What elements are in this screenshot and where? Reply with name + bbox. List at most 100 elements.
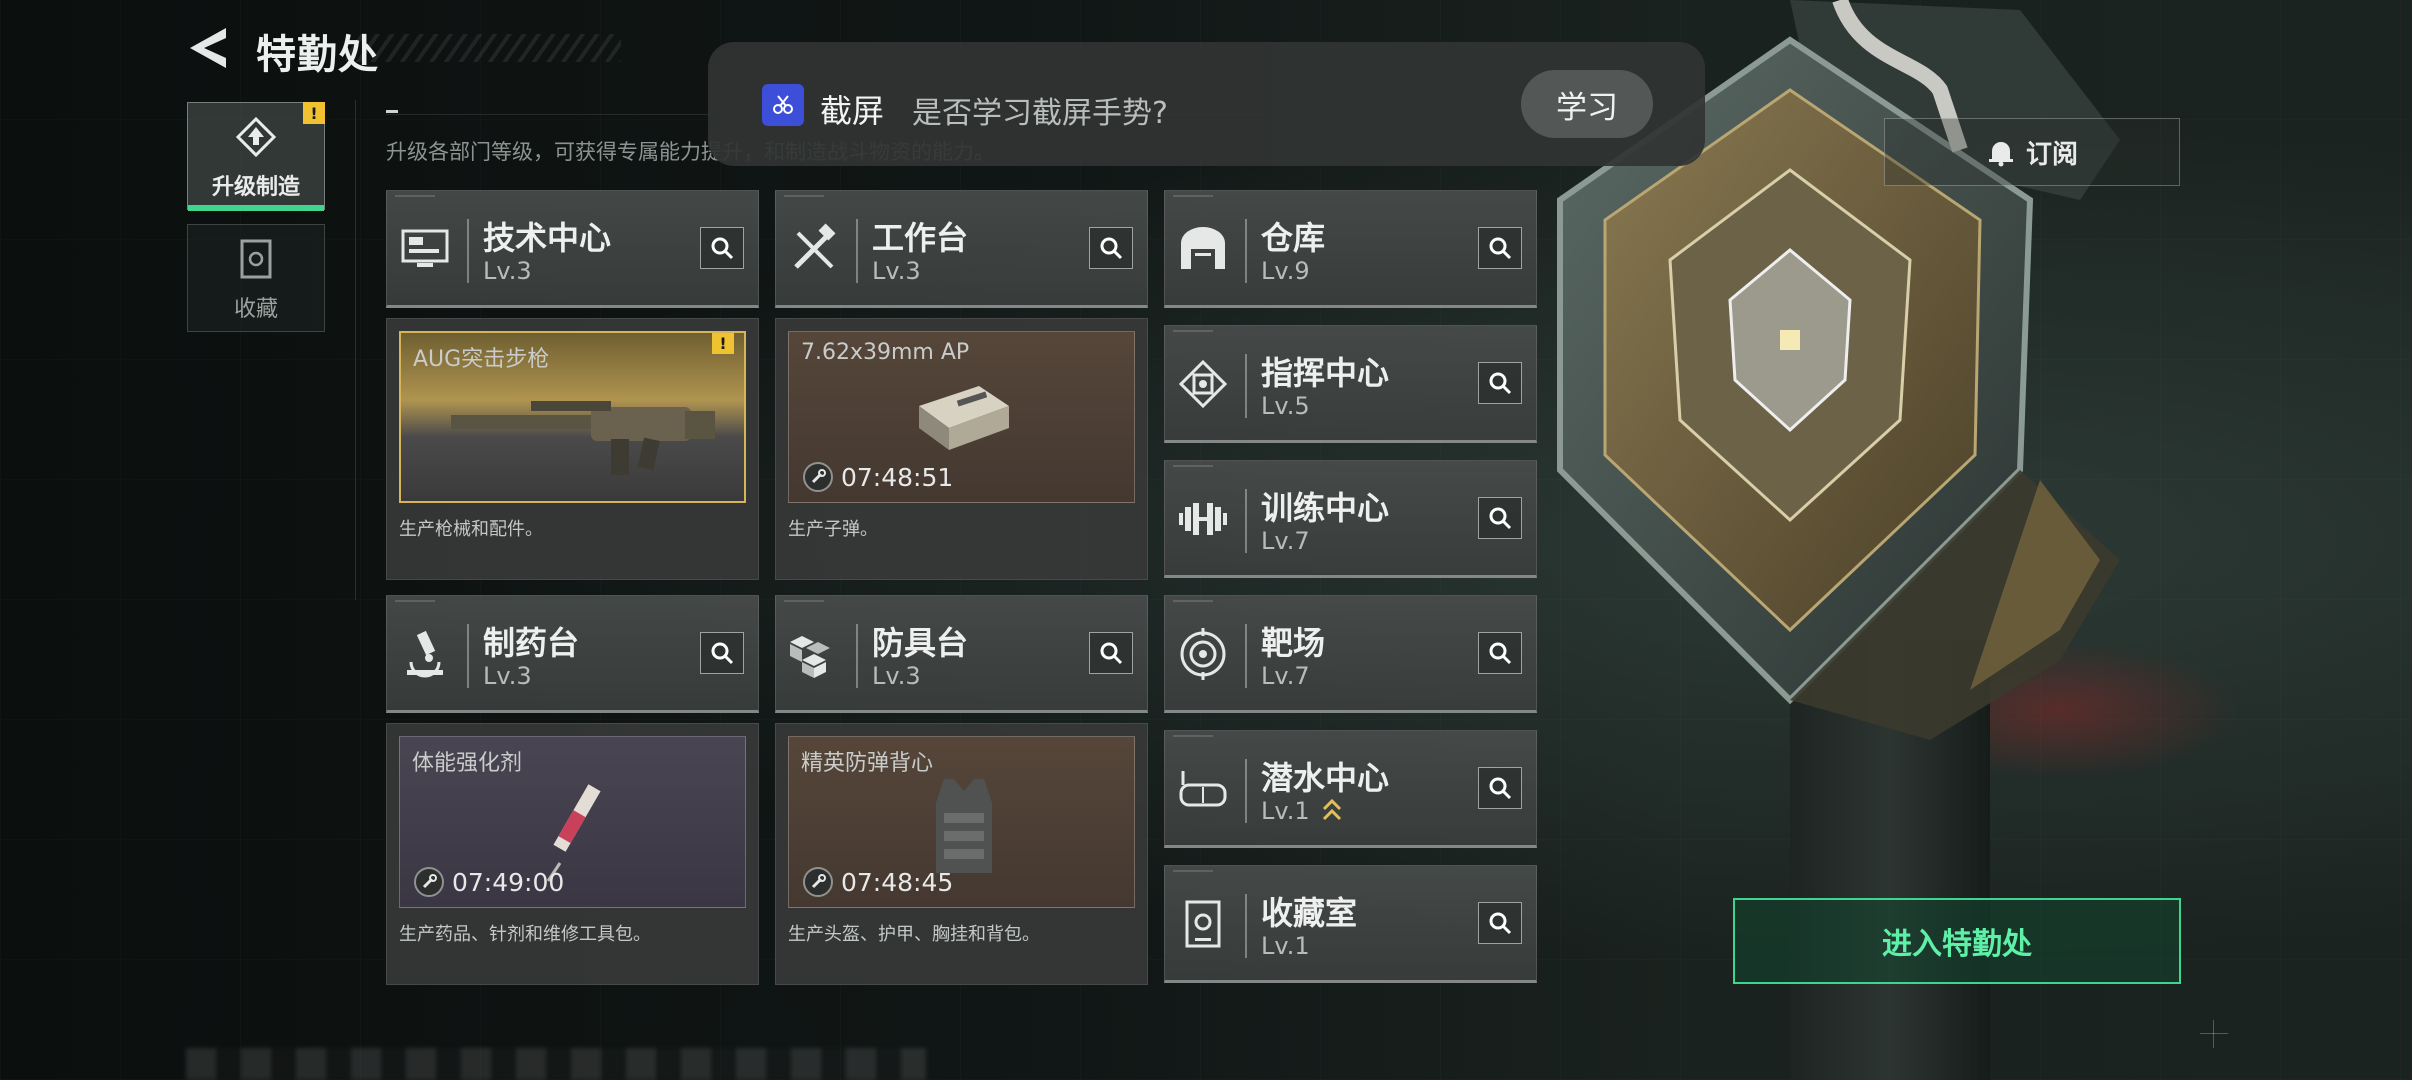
rifle-image [451, 401, 715, 475]
production-description: 生产枪械和配件。 [399, 519, 543, 540]
subscribe-button[interactable]: 订阅 [1884, 118, 2180, 186]
search-button[interactable] [1089, 632, 1133, 674]
search-icon [1100, 642, 1123, 665]
search-icon [1489, 372, 1512, 395]
dept-name: 仓库 [1261, 219, 1326, 257]
blurred-footer [186, 1048, 926, 1080]
card-separator [1245, 894, 1247, 958]
wrench-timer-icon [414, 867, 444, 897]
toast-app-name: 截屏 [820, 92, 885, 130]
search-button[interactable] [1478, 227, 1522, 269]
dumbbell-icon [1175, 491, 1231, 547]
search-icon [1489, 777, 1512, 800]
armor-blocks-icon [786, 626, 842, 682]
search-icon [1489, 237, 1512, 260]
dept-tech-center[interactable]: 技术中心 Lv.3 [386, 190, 759, 308]
tab-label: 收藏 [233, 297, 278, 322]
dept-level: Lv.1 [1261, 797, 1310, 825]
dept-level-row: Lv.1 [1261, 797, 1343, 825]
target-icon [1175, 626, 1231, 682]
dept-name: 制药台 [483, 624, 580, 662]
timer-text: 07:49:00 [452, 867, 565, 897]
card-decoration [395, 195, 435, 197]
dept-pharmacy[interactable]: 制药台 Lv.3 [386, 595, 759, 713]
dept-diving-center[interactable]: 潜水中心 Lv.1 [1164, 730, 1537, 848]
command-chip-icon [1175, 356, 1231, 412]
dept-warehouse[interactable]: 仓库 Lv.9 [1164, 190, 1537, 308]
dept-command-center[interactable]: 指挥中心 Lv.5 [1164, 325, 1537, 443]
dept-level: Lv.7 [1261, 662, 1310, 690]
alert-badge: ! [303, 102, 325, 124]
screenshot-gesture-toast: 截屏 是否学习截屏手势? 学习 [708, 42, 1705, 166]
crosshair-decoration [2200, 1020, 2228, 1048]
dept-workbench[interactable]: 工作台 Lv.3 [775, 190, 1148, 308]
dept-name: 指挥中心 [1261, 354, 1390, 392]
dept-name: 防具台 [872, 624, 969, 662]
card-separator [1245, 354, 1247, 418]
title-decoration [346, 34, 621, 62]
search-button[interactable] [1478, 902, 1522, 944]
production-slot[interactable]: 体能强化剂 07:49:00 [399, 736, 746, 908]
dept-shooting-range[interactable]: 靶场 Lv.7 [1164, 595, 1537, 713]
wrench-timer-icon [803, 462, 833, 492]
search-button[interactable] [700, 632, 744, 674]
dept-collection-room[interactable]: 收藏室 Lv.1 [1164, 865, 1537, 983]
dept-level: Lv.7 [1261, 527, 1310, 555]
timer-text: 07:48:45 [841, 867, 954, 897]
search-icon [711, 237, 734, 260]
enter-special-ops-button[interactable]: 进入特勤处 [1733, 898, 2181, 984]
dept-training-center[interactable]: 训练中心 Lv.7 [1164, 460, 1537, 578]
search-icon [1489, 912, 1512, 935]
card-decoration [1173, 465, 1213, 467]
tab-label: 升级制造 [211, 175, 300, 200]
dept-level: Lv.9 [1261, 257, 1310, 285]
dept-name: 技术中心 [483, 219, 612, 257]
production-description: 生产药品、针剂和维修工具包。 [399, 924, 651, 945]
alert-badge: ! [712, 333, 734, 354]
production-slot[interactable]: AUG突击步枪 ! [399, 331, 746, 503]
production-item-name: 7.62x39mm AP [801, 340, 970, 365]
production-slot[interactable]: 7.62x39mm AP 07:48:51 [788, 331, 1135, 503]
card-decoration [784, 600, 824, 602]
production-item-name: 体能强化剂 [412, 751, 523, 776]
subscribe-label: 订阅 [2025, 139, 2078, 170]
tab-collection[interactable]: 收藏 [187, 224, 325, 332]
dept-name: 工作台 [872, 219, 969, 257]
card-separator [467, 219, 469, 283]
collection-icon [240, 239, 272, 279]
tools-icon [786, 221, 842, 277]
search-icon [1489, 507, 1512, 530]
production-panel-medicine: 体能强化剂 07:49:00 生产药品、针剂和维修工具包。 [386, 723, 759, 985]
collection-room-icon [1175, 896, 1231, 952]
card-separator [1245, 624, 1247, 688]
card-separator [1245, 759, 1247, 823]
search-icon [711, 642, 734, 665]
dept-level: Lv.3 [483, 662, 532, 690]
learn-gesture-button[interactable]: 学习 [1521, 70, 1653, 138]
microscope-icon [397, 626, 453, 682]
dept-level: Lv.3 [872, 662, 921, 690]
monitor-icon [397, 221, 453, 277]
search-button[interactable] [700, 227, 744, 269]
search-button[interactable] [1478, 497, 1522, 539]
production-timer: 07:48:51 [803, 462, 953, 492]
search-button[interactable] [1478, 632, 1522, 674]
card-decoration [1173, 195, 1213, 197]
upgrade-available-icon [1323, 798, 1342, 821]
card-separator [856, 219, 858, 283]
search-button[interactable] [1089, 227, 1133, 269]
card-decoration [1173, 870, 1213, 872]
production-item-name: 精英防弹背心 [801, 751, 934, 776]
production-panel-armor: 精英防弹背心 07:48:45 生产头盔、护甲、胸挂和背包。 [775, 723, 1148, 985]
back-button[interactable] [186, 24, 230, 72]
production-panel-weapons: AUG突击步枪 ! 生产枪械和配件。 [386, 318, 759, 580]
search-button[interactable] [1478, 362, 1522, 404]
bell-icon [1988, 142, 2013, 167]
production-slot[interactable]: 精英防弹背心 07:48:45 [788, 736, 1135, 908]
tab-upgrade-craft[interactable]: 升级制造 ! [187, 102, 325, 211]
dept-level: Lv.3 [872, 257, 921, 285]
dept-name: 潜水中心 [1261, 759, 1390, 797]
production-timer: 07:48:45 [803, 867, 953, 897]
dept-armor-bench[interactable]: 防具台 Lv.3 [775, 595, 1148, 713]
search-button[interactable] [1478, 767, 1522, 809]
